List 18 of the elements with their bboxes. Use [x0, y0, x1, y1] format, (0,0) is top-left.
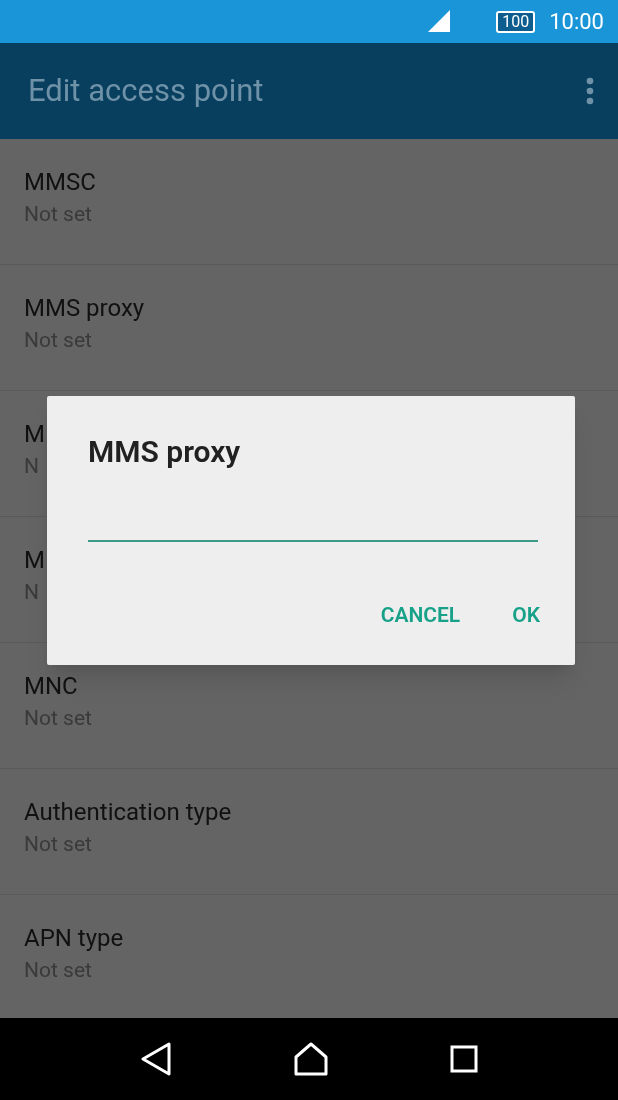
back-icon[interactable] — [140, 1042, 173, 1076]
dialog-button[interactable]: CANCEL — [364, 592, 477, 640]
dialog-button[interactable]: OK — [496, 592, 556, 640]
app-bar-title: Edit access point — [28, 70, 264, 111]
clock: 10:00 — [549, 8, 604, 36]
recent-apps-icon[interactable] — [449, 1045, 478, 1073]
setting-title: APN type — [24, 923, 124, 953]
more-options-icon[interactable] — [586, 77, 594, 105]
dialog-title: MMS proxy — [88, 433, 242, 471]
home-icon[interactable] — [293, 1042, 329, 1076]
setting-title: M — [24, 419, 45, 449]
signal-icon — [426, 9, 453, 34]
setting-title: MMS proxy — [24, 293, 145, 323]
setting-title: MMSC — [24, 167, 96, 197]
setting-title: M — [24, 545, 45, 575]
battery-indicator: 100 — [496, 10, 536, 33]
setting-title: Authentication type — [24, 797, 232, 827]
setting-title: MNC — [24, 671, 78, 701]
